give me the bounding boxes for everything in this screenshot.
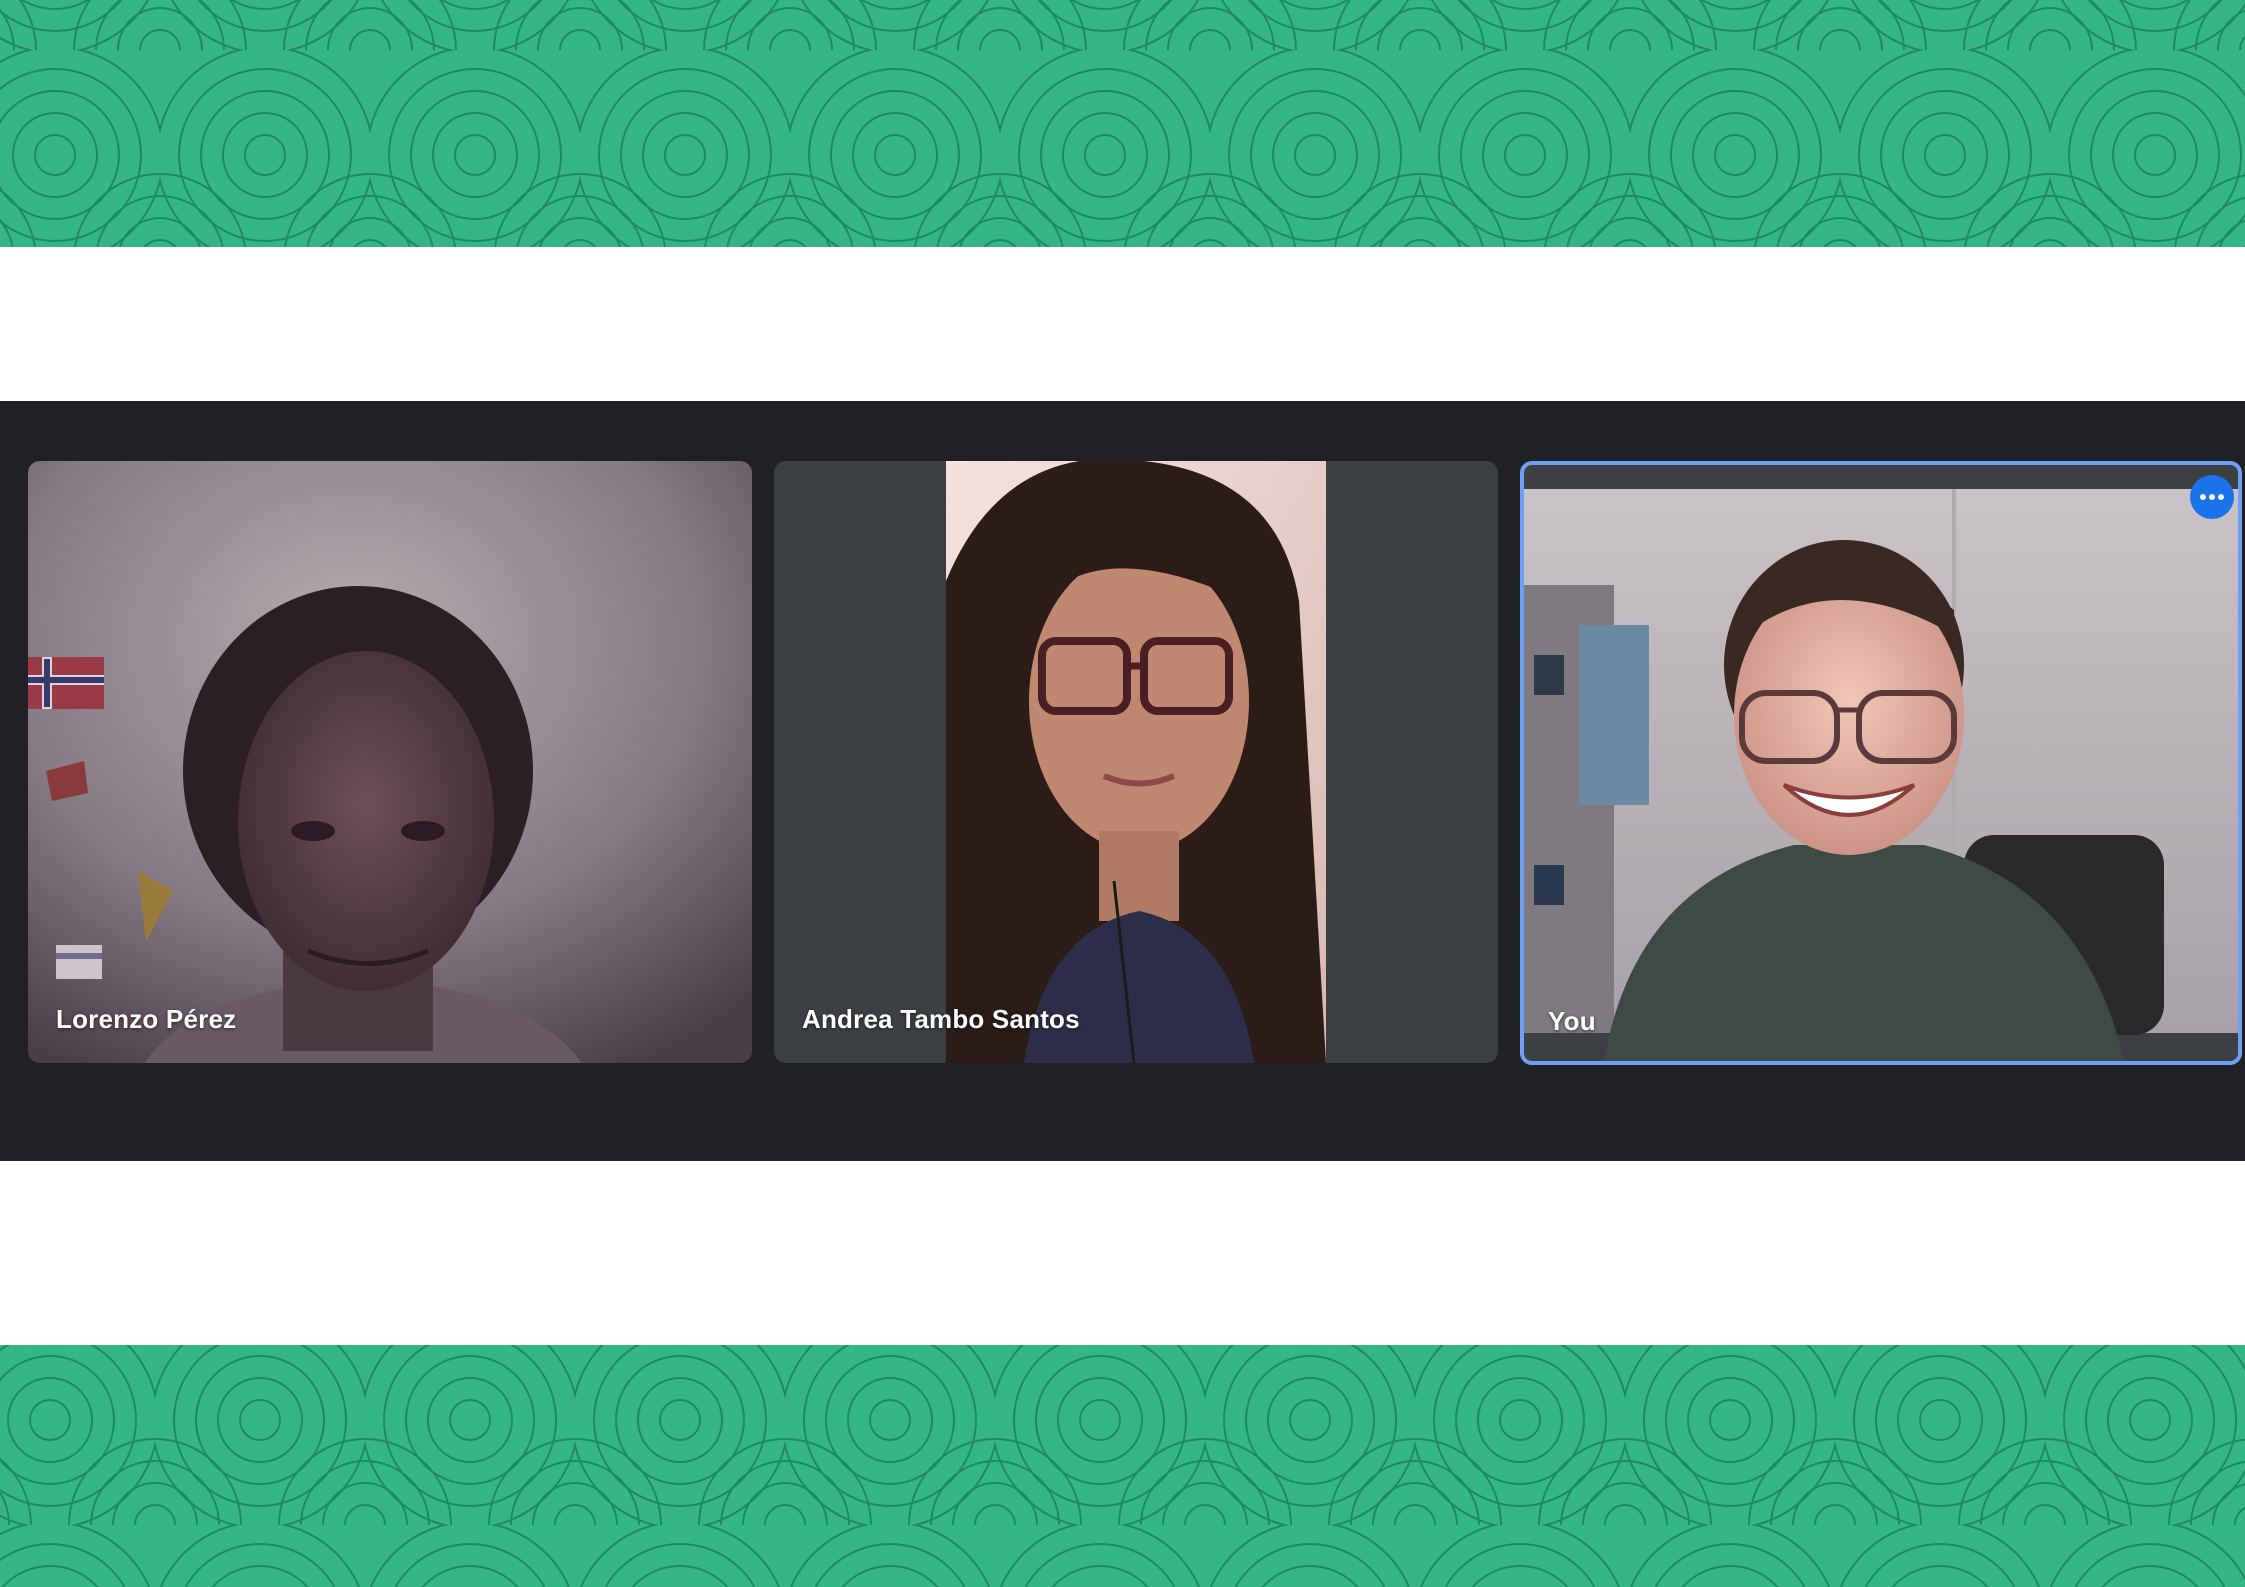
participant-name: You (1548, 1006, 1596, 1036)
more-options-button[interactable] (2190, 475, 2234, 519)
participant-name: Lorenzo Pérez (56, 1004, 237, 1034)
concentric-circles-pattern (0, 0, 2245, 247)
participant-video (28, 461, 752, 1063)
participant-video (774, 461, 1498, 1063)
bottom-decorative-banner (0, 1345, 2245, 1587)
more-options-icon (2200, 494, 2224, 500)
self-video (1524, 465, 2238, 1061)
participant-tile[interactable]: Andrea Tambo Santos (774, 461, 1498, 1063)
self-view-tile[interactable]: You (1520, 461, 2242, 1065)
video-call-grid: Lorenzo Pérez Andrea Tambo Santos You (0, 401, 2245, 1161)
participant-tile[interactable]: Lorenzo Pérez (28, 461, 752, 1063)
concentric-circles-pattern (0, 1345, 2245, 1587)
top-decorative-banner (0, 0, 2245, 247)
participant-name: Andrea Tambo Santos (802, 1004, 1080, 1034)
